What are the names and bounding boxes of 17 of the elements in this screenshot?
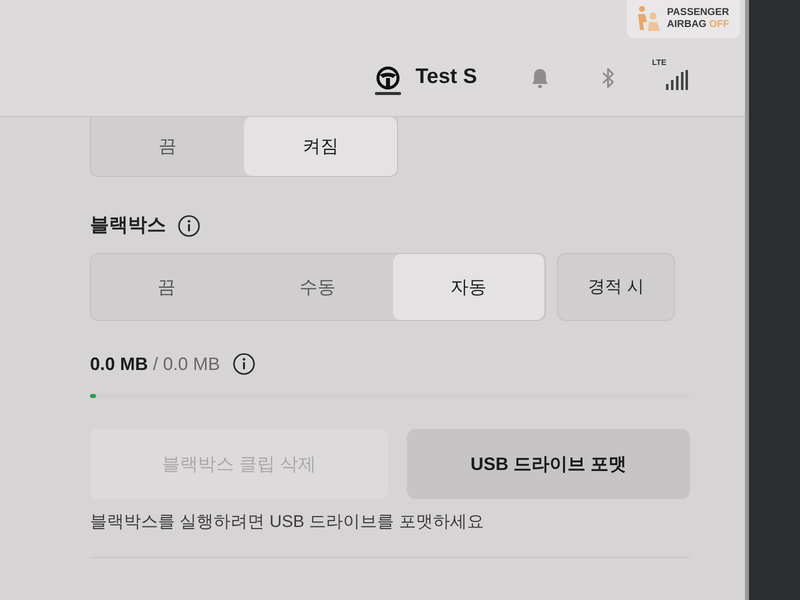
segment-option[interactable]: 끔 (91, 117, 244, 176)
network-type: LTE (652, 58, 667, 68)
passenger-airbag-icon (635, 5, 661, 33)
info-icon[interactable] (178, 215, 200, 237)
signal-icon (666, 70, 688, 90)
format-usb-button[interactable]: USB 드라이브 포맷 (407, 429, 690, 499)
segment-option[interactable]: 수동 (242, 254, 393, 320)
hint-message: 블랙박스를 실행하려면 USB 드라이브를 포맷하세요 (90, 511, 485, 533)
info-icon[interactable] (233, 353, 256, 375)
honk-option-button[interactable]: 경적 시 (557, 253, 675, 321)
storage-usage: 0.0 MB / 0.0 MB (90, 353, 220, 375)
airbag-status-text: PASSENGER AIRBAG OFF (667, 7, 730, 31)
profile-name[interactable]: Test S (416, 64, 477, 90)
section-label: 블랙박스 (90, 214, 166, 238)
segment-option[interactable]: 자동 (393, 254, 544, 320)
segment-option[interactable]: 끔 (91, 254, 242, 320)
segment-option[interactable]: 켜짐 (244, 117, 397, 176)
